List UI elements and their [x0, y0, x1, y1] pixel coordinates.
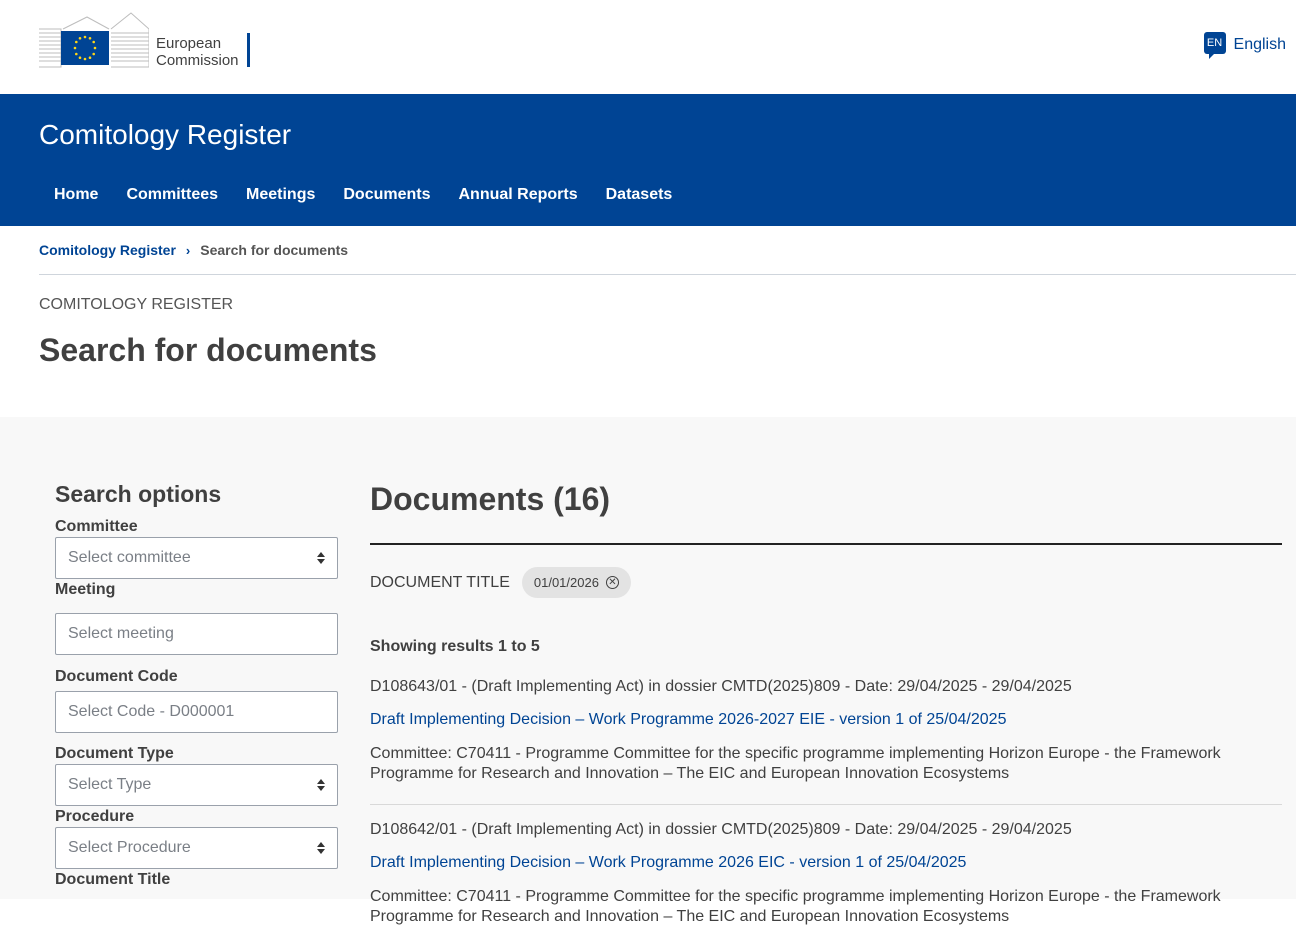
- document-title-link[interactable]: Draft Implementing Decision – Work Progr…: [370, 854, 1282, 872]
- breadcrumb-divider: [39, 274, 1296, 275]
- nav-meetings[interactable]: Meetings: [232, 186, 329, 204]
- site-header: Comitology Register Home Committees Meet…: [0, 94, 1296, 226]
- procedure-placeholder: Select Procedure: [68, 839, 191, 856]
- active-filters: DOCUMENT TITLE 01/01/2026 ✕: [370, 567, 631, 598]
- meeting-label: Meeting: [55, 581, 116, 598]
- nav-committees[interactable]: Committees: [112, 186, 232, 204]
- sort-arrows-icon: [317, 552, 325, 564]
- document-type-label: Document Type: [55, 745, 174, 762]
- document-title-link[interactable]: Draft Implementing Decision – Work Progr…: [370, 711, 1282, 729]
- filter-chip[interactable]: 01/01/2026 ✕: [521, 567, 631, 598]
- document-committee: Committee: C70411 - Programme Committee …: [370, 745, 1221, 782]
- european-commission-logo[interactable]: European Commission: [39, 11, 254, 69]
- commission-building-emblem: [39, 12, 150, 68]
- breadcrumb: Comitology Register › Search for documen…: [39, 242, 348, 258]
- document-code-placeholder: Select Code - D000001: [68, 703, 235, 720]
- list-item: D108642/01 - (Draft Implementing Act) in…: [370, 821, 1282, 927]
- page-title: Search for documents: [39, 332, 377, 368]
- nav-annual-reports[interactable]: Annual Reports: [445, 186, 592, 204]
- sort-arrows-icon: [317, 842, 325, 854]
- logo-wordmark: European Commission: [156, 35, 239, 69]
- result-divider: [370, 804, 1282, 805]
- results-heading: Documents (16): [370, 481, 611, 517]
- document-committee: Committee: C70411 - Programme Committee …: [370, 888, 1221, 925]
- committee-select-placeholder: Select committee: [68, 549, 191, 566]
- site-title[interactable]: Comitology Register: [39, 119, 291, 151]
- nav-documents[interactable]: Documents: [329, 186, 444, 204]
- search-options-panel: Search options Committee Select committe…: [55, 481, 338, 890]
- language-label: English: [1233, 36, 1286, 53]
- results-panel: Documents (16) DOCUMENT TITLE 01/01/2026…: [370, 481, 1282, 925]
- list-item: D108643/01 - (Draft Implementing Act) in…: [370, 678, 1282, 784]
- page-kicker: COMITOLOGY REGISTER: [39, 296, 234, 313]
- sort-arrows-icon: [317, 779, 325, 791]
- procedure-select[interactable]: Select Procedure: [55, 827, 338, 869]
- top-bar: European Commission EN English: [0, 0, 1296, 94]
- results-count: Showing results 1 to 5: [370, 638, 540, 655]
- document-meta: D108643/01 - (Draft Implementing Act) in…: [370, 678, 1072, 695]
- main-nav: Home Committees Meetings Documents Annua…: [40, 186, 686, 204]
- logo-accent-bar: [247, 33, 250, 67]
- nav-home[interactable]: Home: [40, 186, 112, 204]
- content-area: Search options Committee Select committe…: [0, 417, 1296, 925]
- document-meta: D108642/01 - (Draft Implementing Act) in…: [370, 821, 1072, 838]
- language-selector[interactable]: EN English: [1203, 32, 1286, 59]
- committee-select[interactable]: Select committee: [55, 537, 338, 579]
- breadcrumb-root-link[interactable]: Comitology Register: [39, 242, 176, 258]
- filter-chip-label: 01/01/2026: [533, 575, 599, 590]
- language-code-icon: EN: [1203, 32, 1226, 59]
- document-title-label: Document Title: [55, 871, 171, 888]
- document-type-placeholder: Select Type: [68, 776, 152, 793]
- meeting-input[interactable]: Select meeting: [55, 613, 338, 655]
- committee-label: Committee: [55, 518, 138, 535]
- filter-label: DOCUMENT TITLE: [370, 573, 510, 591]
- search-options-title: Search options: [55, 481, 222, 507]
- chevron-right-icon: ›: [185, 242, 191, 258]
- document-code-input[interactable]: Select Code - D000001: [55, 691, 338, 733]
- document-type-select[interactable]: Select Type: [55, 764, 338, 806]
- document-code-label: Document Code: [55, 668, 178, 685]
- results-divider: [370, 543, 1282, 545]
- close-icon[interactable]: ✕: [605, 576, 619, 589]
- meeting-input-placeholder: Select meeting: [68, 625, 174, 642]
- nav-datasets[interactable]: Datasets: [592, 186, 687, 204]
- procedure-label: Procedure: [55, 808, 135, 825]
- breadcrumb-current: Search for documents: [200, 242, 349, 258]
